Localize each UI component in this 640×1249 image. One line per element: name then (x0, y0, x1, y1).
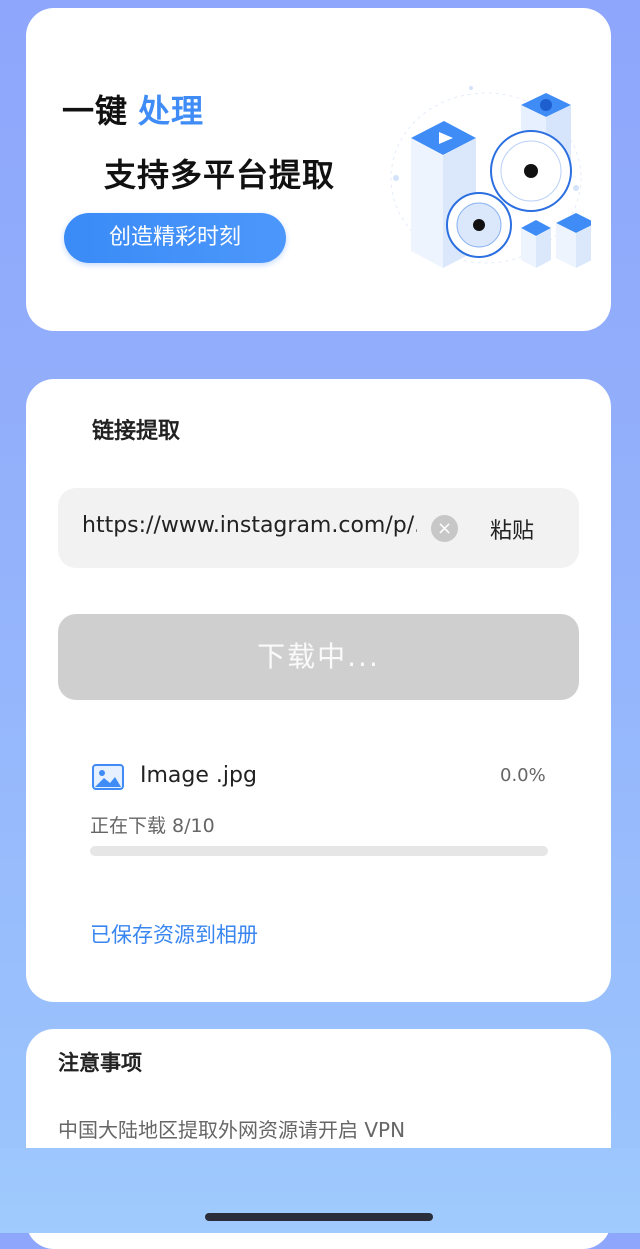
hero-banner: 一键 处理 支持多平台提取 创造精彩时刻 (26, 8, 611, 331)
media-illustration (390, 86, 591, 268)
hero-title-accent: 处理 (138, 92, 205, 130)
url-input-box[interactable]: https://www.instagram.com/p/... × 粘贴 (58, 488, 579, 568)
notes-title: 注意事项 (58, 1051, 142, 1075)
hero-title-part1: 一键 (62, 92, 129, 130)
progress-bar (90, 846, 548, 856)
hero-title: 一键 处理 (62, 86, 204, 132)
file-progress-percent: 0.0% (500, 765, 546, 786)
download-status: 正在下载 8/10 (90, 815, 215, 837)
hero-pill-button[interactable]: 创造精彩时刻 (64, 213, 286, 263)
paste-button[interactable]: 粘贴 (490, 513, 534, 545)
hero-subtitle: 支持多平台提取 (104, 156, 336, 194)
home-indicator[interactable] (205, 1213, 433, 1221)
clear-icon[interactable]: × (431, 515, 458, 542)
download-button[interactable]: 下载中... (58, 614, 579, 700)
saved-to-album-link[interactable]: 已保存资源到相册 (90, 919, 258, 949)
notes-text: 中国大陆地区提取外网资源请开启 VPN (58, 1118, 406, 1142)
image-icon (92, 764, 124, 790)
url-input[interactable]: https://www.instagram.com/p/... (82, 513, 417, 538)
file-name: Image .jpg (140, 763, 257, 788)
section-title: 链接提取 (92, 419, 181, 444)
link-extract-card: 链接提取 https://www.instagram.com/p/... × 粘… (26, 379, 611, 1002)
